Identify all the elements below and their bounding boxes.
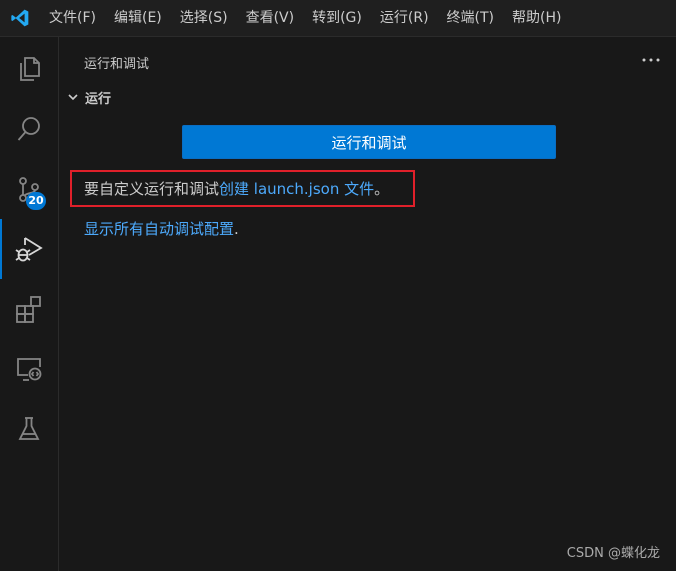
activity-extensions[interactable]: [0, 279, 58, 339]
activity-bar: 20: [0, 37, 59, 571]
run-and-debug-button[interactable]: 运行和调试: [182, 125, 556, 159]
search-icon: [17, 117, 40, 141]
vscode-logo-icon: [0, 0, 40, 36]
ellipsis-icon: [642, 58, 660, 62]
show-all-debug-configs-link[interactable]: 显示所有自动调试配置: [84, 220, 234, 238]
activity-remote-explorer[interactable]: [0, 339, 58, 399]
activity-run-debug[interactable]: [0, 219, 58, 279]
activity-explorer[interactable]: [0, 39, 58, 99]
more-actions-button[interactable]: [640, 49, 662, 71]
menu-bar: 文件(F) 编辑(E) 选择(S) 查看(V) 转到(G) 运行(R) 终端(T…: [40, 0, 570, 36]
menu-file[interactable]: 文件(F): [40, 0, 105, 36]
activity-search[interactable]: [0, 99, 58, 159]
menu-terminal[interactable]: 终端(T): [438, 0, 503, 36]
chevron-down-icon: [65, 89, 81, 105]
activity-source-control[interactable]: 20: [0, 159, 58, 219]
menu-run[interactable]: 运行(R): [371, 0, 438, 36]
menu-view[interactable]: 查看(V): [237, 0, 304, 36]
testing-icon: [18, 417, 40, 440]
section-run-header[interactable]: 运行: [65, 86, 111, 108]
menu-edit[interactable]: 编辑(E): [105, 0, 171, 36]
section-run-title: 运行: [85, 91, 112, 107]
vscode-window: 文件(F) 编辑(E) 选择(S) 查看(V) 转到(G) 运行(R) 终端(T…: [0, 0, 676, 571]
menu-go[interactable]: 转到(G): [303, 0, 371, 36]
extensions-icon: [16, 296, 41, 323]
run-debug-icon: [15, 237, 43, 262]
menu-selection[interactable]: 选择(S): [171, 0, 237, 36]
title-bar: 文件(F) 编辑(E) 选择(S) 查看(V) 转到(G) 运行(R) 终端(T…: [0, 0, 676, 37]
watermark: CSDN @蝶化龙: [566, 546, 660, 561]
remote-explorer-icon: [17, 358, 42, 381]
highlight-annotation-box: [70, 170, 415, 207]
activity-testing[interactable]: [0, 399, 58, 459]
show-configs-suffix: .: [234, 220, 239, 238]
run-debug-sidebar: 运行和调试 运行 运行和调试 要自定义运行和调试创建 launch.json 文…: [59, 37, 676, 571]
show-configs-line: 显示所有自动调试配置.: [84, 218, 239, 239]
files-icon: [20, 57, 40, 81]
sidebar-title: 运行和调试: [84, 57, 150, 72]
source-control-badge: 20: [26, 192, 46, 210]
menu-help[interactable]: 帮助(H): [503, 0, 570, 36]
